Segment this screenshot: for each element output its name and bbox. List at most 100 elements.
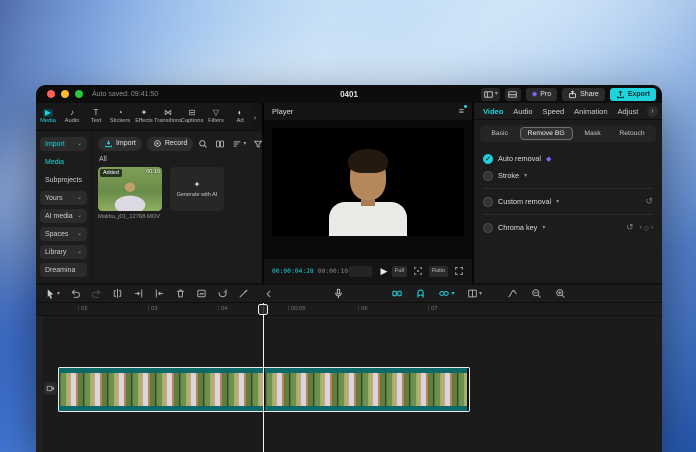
ribbon-tab[interactable]: ♪ Audio (60, 103, 84, 130)
voiceover-button[interactable] (330, 287, 347, 301)
inspector-tab[interactable]: Adjust (618, 107, 639, 116)
sidebar-item[interactable]: Yours ⌄ (40, 191, 87, 205)
inspector-subtab[interactable]: Retouch (612, 128, 651, 139)
quality-selector[interactable]: Full (392, 266, 407, 277)
selection-corner-handle[interactable] (272, 128, 278, 134)
track-area[interactable] (36, 316, 662, 452)
caret-down-icon[interactable]: ▾ (524, 172, 527, 179)
keyframe-next-icon[interactable]: › (651, 224, 653, 231)
inspector-subtab[interactable]: Remove BG (520, 127, 573, 140)
freeze-frame-button[interactable] (193, 287, 210, 301)
ripple-toggle[interactable] (388, 287, 405, 301)
focus-icon[interactable] (413, 266, 423, 276)
keyframe-controls[interactable]: ‹ ◇ › (640, 224, 653, 232)
video-clip-right[interactable] (265, 368, 467, 411)
caret-down-icon[interactable]: ▾ (556, 198, 559, 205)
zoom-button[interactable] (75, 90, 83, 98)
reverse-button[interactable] (214, 287, 231, 301)
inspector-tab[interactable]: Audio (513, 107, 532, 116)
inspector-tab[interactable]: Animation (574, 107, 607, 116)
ratio-selector[interactable]: Ratio (429, 266, 448, 277)
auto-removal-checkbox[interactable]: ✓ (483, 154, 493, 164)
sidebar-item[interactable]: Spaces ⌄ (40, 227, 87, 241)
inspector-subtab[interactable]: Basic (484, 128, 515, 139)
frame-step-controls[interactable] (349, 266, 373, 277)
track-toggle-button[interactable] (44, 382, 57, 395)
sidebar-item[interactable]: Library ⌄ (40, 245, 87, 259)
ruler-label: 03 (148, 306, 218, 312)
selection-corner-handle[interactable] (272, 230, 278, 236)
close-button[interactable] (47, 90, 55, 98)
selection-corner-handle[interactable] (458, 230, 464, 236)
ribbon-tabs-overflow-button[interactable]: › (248, 103, 262, 131)
sidebar-item[interactable]: Subprojects ⌄ (40, 173, 87, 187)
timeline-ruler[interactable]: 02030400:050607 (36, 303, 662, 316)
search-icon[interactable] (198, 139, 208, 149)
select-tool-button[interactable]: ▾ (42, 287, 63, 301)
ribbon-tab[interactable]: ⋈ Transitions (156, 103, 180, 130)
undo-button[interactable] (67, 287, 84, 301)
ribbon-tab[interactable]: ⊟ Captions (180, 103, 204, 130)
play-button[interactable]: ▶ (381, 267, 388, 276)
sidebar-item[interactable]: Import ⌄ (40, 137, 87, 151)
delete-right-button[interactable] (151, 287, 168, 301)
import-media-button[interactable]: Import (98, 137, 142, 151)
caret-down-icon[interactable]: ▾ (542, 224, 545, 231)
ribbon-tab[interactable]: ◔ Stickers (108, 103, 132, 130)
playhead[interactable] (263, 303, 264, 452)
sidebar-item[interactable]: Media ⌄ (40, 155, 87, 169)
video-clip-left[interactable] (59, 368, 263, 411)
selection-corner-handle[interactable] (458, 128, 464, 134)
magic-tool-button[interactable] (235, 287, 252, 301)
subject-hair (348, 149, 388, 173)
preview-axis-toggle[interactable]: ▾ (464, 287, 485, 301)
layout-preset-button[interactable]: ▾ (481, 88, 500, 101)
split-button[interactable] (109, 287, 126, 301)
video-preview[interactable] (272, 128, 464, 236)
media-filter-all-label[interactable]: All (99, 156, 267, 163)
custom-removal-checkbox[interactable] (483, 197, 493, 207)
ribbon-tab[interactable]: ▶ Media (36, 103, 60, 130)
fullscreen-icon[interactable] (454, 266, 464, 276)
playhead-handle[interactable] (258, 304, 268, 315)
delete-button[interactable] (172, 287, 189, 301)
redo-button[interactable] (88, 287, 105, 301)
zoom-in-button[interactable] (552, 287, 569, 301)
pro-button[interactable]: ◆ Pro (526, 88, 557, 101)
keyframe-graph-button[interactable] (504, 287, 521, 301)
linking-toggle[interactable]: ▾ (436, 287, 457, 301)
sidebar-item[interactable]: AI media ⌄ (40, 209, 87, 223)
ribbon-tab[interactable]: ▽ Filters (204, 103, 228, 130)
chroma-key-checkbox[interactable] (483, 223, 493, 233)
inspector-tabs-overflow-button[interactable]: › (647, 106, 658, 117)
ribbon-tab[interactable]: T Text (84, 103, 108, 130)
ribbon-tab-icon: ◔ (118, 109, 123, 117)
generate-with-ai-card[interactable]: ✦ Generate with AI (170, 167, 224, 211)
share-button[interactable]: Share (562, 88, 605, 101)
keyframe-prev-icon[interactable]: ‹ (640, 224, 642, 231)
ribbon-tab-icon: T (94, 109, 99, 117)
sidebar-item[interactable]: Dreamina ⌄ (40, 263, 87, 277)
keyframe-diamond-icon[interactable]: ◇ (644, 224, 649, 232)
inspector-subtab[interactable]: Mask (577, 128, 607, 139)
inspector-tab[interactable]: Video (483, 107, 503, 116)
view-layout-icon[interactable] (215, 139, 225, 149)
ribbon-tab[interactable]: ✦ Effects (132, 103, 156, 130)
sort-button[interactable]: ▾ (232, 139, 246, 149)
panel-layout-button[interactable] (505, 88, 521, 101)
toolbar-collapse-button[interactable]: ‹ (266, 285, 271, 303)
media-clip-thumbnail[interactable]: Added 00:10 (98, 167, 162, 211)
minimize-button[interactable] (61, 90, 69, 98)
selected-video-clip-group[interactable] (58, 367, 470, 412)
record-button[interactable]: Record (147, 137, 194, 151)
reset-icon[interactable]: ↺ (645, 197, 653, 206)
snapping-toggle[interactable] (412, 287, 429, 301)
reset-icon[interactable]: ↺ (626, 223, 634, 232)
delete-left-button[interactable] (130, 287, 147, 301)
export-button[interactable]: Export (610, 88, 656, 101)
stroke-checkbox[interactable] (483, 171, 493, 181)
project-title: 0401 (340, 90, 358, 99)
zoom-out-button[interactable] (528, 287, 545, 301)
player-menu-button[interactable]: ≡ (459, 107, 464, 116)
inspector-tab[interactable]: Speed (542, 107, 564, 116)
